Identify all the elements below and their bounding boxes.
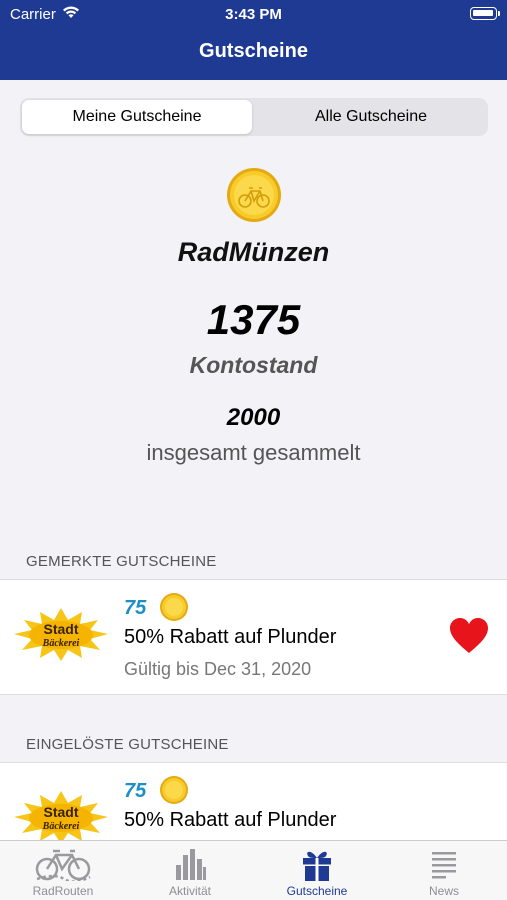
navigation-bar: Carrier 3:43 PM Gutscheine xyxy=(0,0,507,80)
saved-voucher-row[interactable]: Stadt Bäckerei 75 50% Rabatt auf Plunder… xyxy=(0,579,507,695)
voucher-valid-until: Gültig bis Dec 31, 2020 xyxy=(124,659,312,679)
favorite-heart-icon[interactable] xyxy=(449,618,489,654)
voucher-price: 75 xyxy=(124,780,147,802)
status-bar: Carrier 3:43 PM xyxy=(0,0,507,28)
redeemed-vouchers-header: EINGELÖSTE GUTSCHEINE xyxy=(26,736,229,753)
tab-label: Aktivität xyxy=(168,884,211,898)
gift-icon xyxy=(254,847,380,881)
stadt-baeckerei-logo: Stadt Bäckerei xyxy=(14,608,108,661)
bike-route-icon xyxy=(0,847,126,881)
tab-radrouten[interactable]: RadRouten xyxy=(0,841,126,900)
tab-news[interactable]: News xyxy=(381,841,507,900)
total-collected-value: 2000 xyxy=(226,404,281,431)
segment-my-vouchers[interactable]: Meine Gutscheine xyxy=(22,100,252,134)
coin-icon xyxy=(160,776,188,804)
logo-text-stadt: Stadt xyxy=(44,804,79,820)
logo-text-baeckerei: Bäckerei xyxy=(42,821,80,832)
coin-icon xyxy=(160,593,188,621)
redeemed-voucher-row[interactable]: Stadt Bäckerei 75 50% Rabatt auf Plunder xyxy=(0,762,507,844)
saved-vouchers-header: GEMERKTE GUTSCHEINE xyxy=(26,553,217,570)
news-lines-icon xyxy=(381,847,507,881)
logo-text-stadt: Stadt xyxy=(44,621,79,637)
page-title: Gutscheine xyxy=(199,40,308,62)
voucher-price: 75 xyxy=(124,597,147,619)
segment-all-vouchers[interactable]: Alle Gutscheine xyxy=(256,100,486,134)
tab-gutscheine[interactable]: Gutscheine xyxy=(254,841,380,900)
total-collected-label: insgesamt gesammelt xyxy=(146,440,361,465)
clock: 3:43 PM xyxy=(225,6,282,23)
tab-label: RadRouten xyxy=(32,884,94,898)
tab-label: Gutscheine xyxy=(286,884,348,898)
voucher-segmented-control: Meine Gutscheine Alle Gutscheine xyxy=(20,98,488,136)
coin-icon xyxy=(227,168,281,222)
tab-label: News xyxy=(428,884,459,898)
currency-name: RadMünzen xyxy=(177,237,330,267)
balance-label: Kontostand xyxy=(189,352,318,378)
battery-icon xyxy=(470,7,500,20)
logo-text-baeckerei: Bäckerei xyxy=(42,638,80,649)
stadt-baeckerei-logo: Stadt Bäckerei xyxy=(14,791,108,844)
tab-aktivitaet[interactable]: Aktivität xyxy=(127,841,253,900)
bar-chart-icon xyxy=(127,847,253,881)
voucher-title: 50% Rabatt auf Plunder xyxy=(124,809,337,831)
voucher-title: 50% Rabatt auf Plunder xyxy=(124,626,337,648)
tab-bar: RadRouten Aktivität Gutscheine News xyxy=(0,840,507,900)
balance-value: 1375 xyxy=(206,296,301,343)
